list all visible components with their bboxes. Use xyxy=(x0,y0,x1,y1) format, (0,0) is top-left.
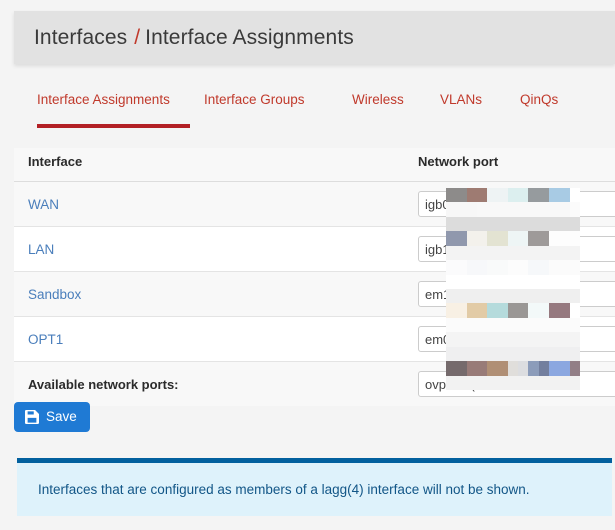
breadcrumb: Interfaces / Interface Assignments xyxy=(34,26,354,50)
available-ports-row: Available network ports: ovpns1 ( xyxy=(14,361,615,406)
interface-assignments-table: Interface Network port WAN igb0 (a0 LAN xyxy=(14,148,615,406)
page-header-bar: Interfaces / Interface Assignments xyxy=(14,11,615,64)
breadcrumb-parent[interactable]: Interfaces xyxy=(34,26,127,49)
form-actions: Save xyxy=(14,402,90,432)
interface-cell: LAN xyxy=(14,226,404,272)
interface-link-wan[interactable]: WAN xyxy=(28,197,59,212)
available-network-ports-select[interactable]: ovpns1 ( xyxy=(418,371,615,397)
network-port-select-sandbox[interactable]: em1 (00 xyxy=(418,281,615,307)
interface-link-sandbox[interactable]: Sandbox xyxy=(28,287,81,302)
tab-interface-assignments[interactable]: Interface Assignments xyxy=(14,88,204,128)
network-port-cell: igb0 (a0 xyxy=(404,181,615,227)
network-port-select-wan[interactable]: igb0 (a0 xyxy=(418,191,615,217)
save-button[interactable]: Save xyxy=(14,402,90,432)
tab-wireless[interactable]: Wireless xyxy=(352,88,440,107)
floppy-save-icon xyxy=(25,410,39,424)
available-network-ports-label: Available network ports: xyxy=(28,376,179,392)
info-alert-text: Interfaces that are configured as member… xyxy=(38,482,530,497)
network-port-cell: em0 (00 xyxy=(404,316,615,362)
table-row: WAN igb0 (a0 xyxy=(14,181,615,227)
save-button-label: Save xyxy=(46,409,77,425)
interface-cell: OPT1 xyxy=(14,316,404,362)
interface-link-opt1[interactable]: OPT1 xyxy=(28,332,63,347)
table-row: Sandbox em1 (00 xyxy=(14,271,615,317)
tab-bar: Interface Assignments Interface Groups W… xyxy=(14,88,615,128)
table-row: LAN igb1 (a0 xyxy=(14,226,615,272)
tab-interface-groups[interactable]: Interface Groups xyxy=(204,88,352,107)
network-port-select-lan[interactable]: igb1 (a0 xyxy=(418,236,615,262)
column-header-interface: Interface xyxy=(14,148,404,182)
info-alert: Interfaces that are configured as member… xyxy=(17,458,612,516)
breadcrumb-current: Interface Assignments xyxy=(145,25,354,49)
column-header-network-port: Network port xyxy=(404,148,615,182)
network-port-cell: igb1 (a0 xyxy=(404,226,615,272)
interface-cell: Sandbox xyxy=(14,271,404,317)
available-ports-label-cell: Available network ports: xyxy=(14,361,404,406)
interface-link-lan[interactable]: LAN xyxy=(28,242,54,257)
breadcrumb-separator: / xyxy=(134,25,141,49)
available-ports-select-cell: ovpns1 ( xyxy=(404,361,615,406)
table-header-row: Interface Network port xyxy=(14,148,615,182)
tab-vlans[interactable]: VLANs xyxy=(440,88,520,107)
interface-cell: WAN xyxy=(14,181,404,227)
tab-qinqs[interactable]: QinQs xyxy=(520,88,590,107)
network-port-cell: em1 (00 xyxy=(404,271,615,317)
network-port-select-opt1[interactable]: em0 (00 xyxy=(418,326,615,352)
table-row: OPT1 em0 (00 xyxy=(14,316,615,362)
